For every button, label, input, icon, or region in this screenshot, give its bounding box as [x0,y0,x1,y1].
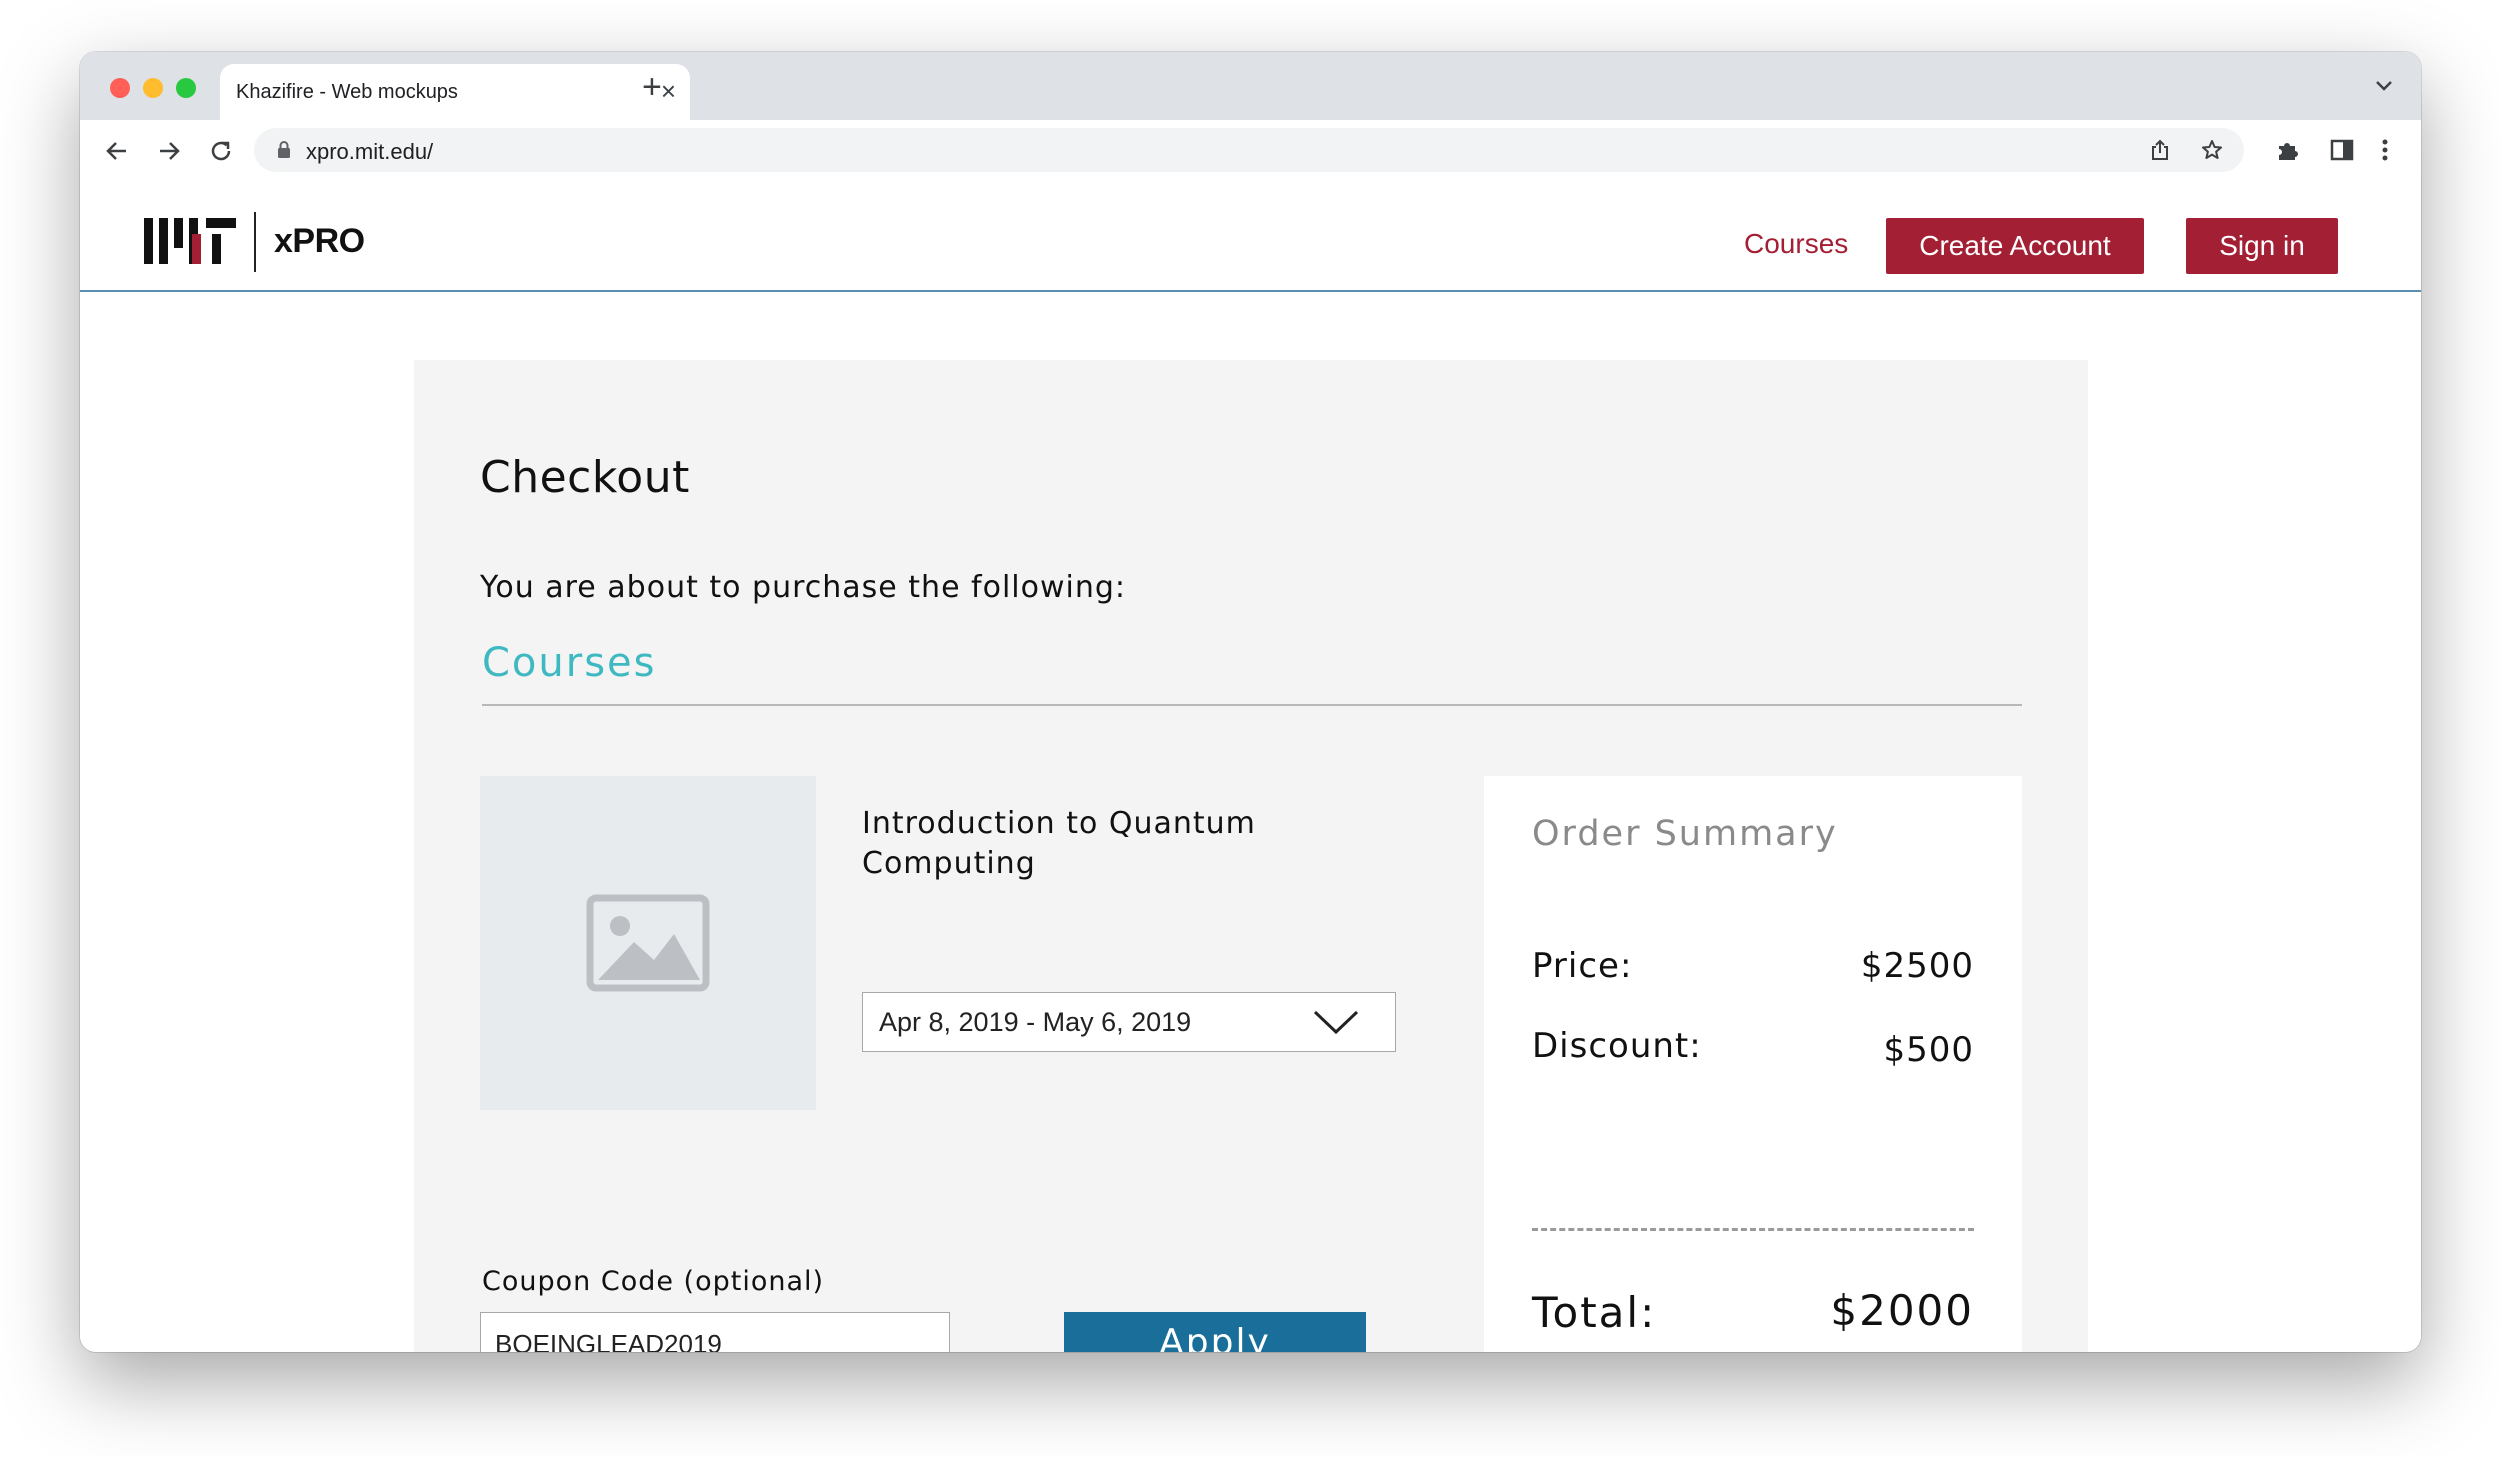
purchase-intro-text: You are about to purchase the following: [480,570,1127,605]
url-text: xpro.mit.edu/ [306,139,434,164]
checkout-panel: Checkout You are about to purchase the f… [414,360,2088,1352]
menu-dots-icon[interactable] [2378,136,2392,164]
summary-divider [1532,1228,1974,1231]
new-tab-button[interactable]: + [642,70,662,104]
share-icon[interactable] [2148,138,2172,162]
close-window-button[interactable] [110,78,130,98]
maximize-window-button[interactable] [176,78,196,98]
course-thumbnail [480,776,816,1110]
price-label: Price: [1532,946,1633,986]
tab-close-icon[interactable]: × [661,76,676,106]
apply-coupon-button[interactable]: Apply [1064,1312,1366,1352]
sidepanel-icon[interactable] [2328,136,2356,164]
browser-toolbar: xpro.mit.edu/ [80,120,2421,183]
page-title: Checkout [480,452,690,503]
order-summary-title: Order Summary [1532,814,1838,854]
xpro-logo-text[interactable]: xPRO [274,222,365,261]
chevron-down-icon [1313,1010,1359,1035]
section-divider [482,704,2022,706]
course-date-select[interactable]: Apr 8, 2019 - May 6, 2019 [862,992,1396,1052]
logo-divider [254,212,256,272]
tab-search-chevron-icon[interactable] [2373,74,2395,96]
tab-title: Khazifire - Web mockups [236,81,458,103]
extensions-icon[interactable] [2274,136,2302,164]
lock-icon [278,141,290,158]
total-label: Total: [1532,1288,1657,1337]
reload-icon[interactable] [206,136,236,166]
webpage: xPRO Courses Create Account Sign in Chec… [80,182,2421,1352]
course-title: Introduction to Quantum Computing [862,806,1256,881]
coupon-code-label: Coupon Code (optional) [482,1266,825,1297]
course-date-value: Apr 8, 2019 - May 6, 2019 [879,1007,1192,1037]
discount-label: Discount: [1532,1026,1702,1066]
nav-courses-link[interactable]: Courses [1744,228,1848,260]
create-account-button[interactable]: Create Account [1886,218,2144,274]
courses-section-heading: Courses [482,640,657,686]
price-value: $2500 [1860,946,1974,986]
mit-logo[interactable] [144,216,236,266]
coupon-code-value: BOEINGLEAD2019 [495,1329,722,1352]
browser-window: Khazifire - Web mockups × + xpro.mit.edu… [80,52,2421,1352]
address-bar[interactable]: xpro.mit.edu/ [254,128,2244,172]
tab-strip: Khazifire - Web mockups × + [80,52,2421,120]
back-arrow-icon[interactable] [102,136,132,166]
browser-tab[interactable]: Khazifire - Web mockups × [220,64,690,120]
image-placeholder-icon [586,894,710,992]
site-header: xPRO Courses Create Account Sign in [80,182,2421,292]
star-icon[interactable] [2200,138,2224,162]
sign-in-button[interactable]: Sign in [2186,218,2338,274]
forward-arrow-icon[interactable] [154,136,184,166]
total-value: $2000 [1830,1286,1974,1335]
coupon-code-input[interactable]: BOEINGLEAD2019 [480,1312,950,1352]
order-summary-card: Order Summary Price: $2500 Discount: $50… [1484,776,2022,1352]
minimize-window-button[interactable] [143,78,163,98]
discount-value: $500 [1883,1030,1974,1070]
